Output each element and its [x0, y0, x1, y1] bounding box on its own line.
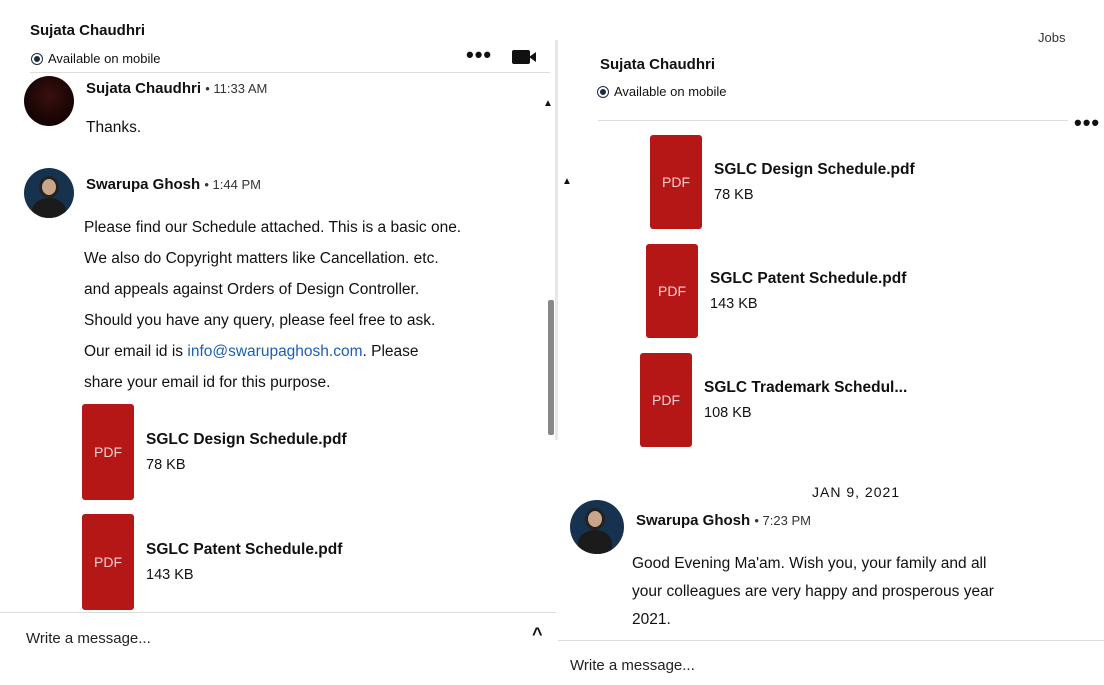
sender-name[interactable]: Swarupa Ghosh	[636, 512, 750, 529]
message-input[interactable]: Write a message...	[570, 657, 695, 674]
header-status: Available on mobile	[32, 51, 161, 66]
message-line: Our email id is info@swarupaghosh.com. P…	[84, 336, 461, 367]
file-size: 78 KB	[714, 187, 754, 203]
attachment-patent-schedule[interactable]: PDF SGLC Patent Schedule.pdf 143 KB	[82, 514, 342, 610]
message-body: Please find our Schedule attached. This …	[84, 212, 461, 398]
message-time: 11:33 AM	[213, 81, 268, 96]
file-name[interactable]: SGLC Patent Schedule.pdf	[710, 270, 906, 288]
message-sender: Sujata Chaudhri • 11:33 AM	[86, 80, 268, 97]
message-line: We also do Copyright matters like Cancel…	[84, 250, 439, 267]
mobile-status-icon	[598, 86, 608, 97]
attachment-trademark-schedule[interactable]: PDF SGLC Trademark Schedul... 108 KB	[640, 352, 907, 448]
header-status: Available on mobile	[598, 84, 727, 99]
attachment-meta: SGLC Design Schedule.pdf 78 KB	[714, 161, 915, 203]
right-chat-window: Jobs Sujata Chaudhri Available on mobile…	[558, 0, 1104, 685]
attachment-patent-schedule[interactable]: PDF SGLC Patent Schedule.pdf 143 KB	[646, 243, 906, 339]
pdf-icon: PDF	[640, 353, 692, 447]
file-size: 108 KB	[704, 405, 752, 421]
message-time: 1:44 PM	[212, 177, 261, 192]
sender-name[interactable]: Sujata Chaudhri	[86, 80, 201, 97]
email-prefix: Our email id is	[84, 343, 188, 360]
attachment-meta: SGLC Design Schedule.pdf 78 KB	[146, 431, 347, 473]
mobile-status-icon	[32, 53, 42, 64]
more-options-icon[interactable]: •••	[466, 44, 492, 66]
message-body: Good Evening Ma'am. Wish you, your famil…	[632, 550, 994, 634]
avatar[interactable]	[24, 168, 74, 218]
attachment-meta: SGLC Patent Schedule.pdf 143 KB	[146, 541, 342, 583]
header-contact-name[interactable]: Sujata Chaudhri	[600, 56, 715, 73]
pdf-icon: PDF	[646, 244, 698, 338]
scrollbar-thumb[interactable]	[548, 300, 554, 435]
left-chat-window: Sujata Chaudhri Available on mobile ••• …	[0, 0, 556, 685]
avatar[interactable]	[570, 500, 624, 554]
message-line: Should you have any query, please feel f…	[84, 312, 436, 329]
pdf-icon: PDF	[82, 514, 134, 610]
avatar[interactable]	[24, 76, 74, 126]
message-line: 2021.	[632, 611, 671, 628]
scroll-up-icon[interactable]: ▲	[543, 98, 553, 109]
scroll-up-icon[interactable]: ▲	[562, 176, 572, 187]
message-time: 7:23 PM	[762, 513, 811, 528]
avatar-head	[39, 176, 59, 198]
compose-divider	[558, 640, 1104, 641]
avatar-head	[585, 508, 605, 530]
avatar-body	[578, 530, 612, 554]
message-line: and appeals against Orders of Design Con…	[84, 281, 420, 298]
pdf-icon: PDF	[650, 135, 702, 229]
message-line: your colleagues are very happy and prosp…	[632, 583, 994, 600]
sender-name[interactable]: Swarupa Ghosh	[86, 176, 200, 193]
email-suffix: . Please	[362, 343, 419, 360]
header-divider	[598, 120, 1068, 121]
message-input[interactable]: Write a message...	[26, 630, 151, 647]
message-text: Thanks.	[86, 119, 142, 136]
status-text: Available on mobile	[48, 51, 161, 66]
attachment-design-schedule[interactable]: PDF SGLC Design Schedule.pdf 78 KB	[650, 134, 915, 230]
file-name[interactable]: SGLC Trademark Schedul...	[704, 379, 907, 397]
attachment-meta: SGLC Trademark Schedul... 108 KB	[704, 379, 907, 421]
attachment-design-schedule[interactable]: PDF SGLC Design Schedule.pdf 78 KB	[82, 404, 347, 500]
file-name[interactable]: SGLC Design Schedule.pdf	[146, 431, 347, 449]
header-divider	[30, 72, 550, 73]
compose-divider	[0, 612, 556, 613]
file-size: 143 KB	[146, 567, 194, 583]
status-text: Available on mobile	[614, 84, 727, 99]
date-separator: JAN 9, 2021	[812, 484, 901, 500]
avatar-body	[32, 198, 66, 218]
file-size: 78 KB	[146, 457, 186, 473]
attachment-meta: SGLC Patent Schedule.pdf 143 KB	[710, 270, 906, 312]
header-contact-name[interactable]: Sujata Chaudhri	[30, 22, 145, 39]
message-line: Good Evening Ma'am. Wish you, your famil…	[632, 555, 987, 572]
email-link[interactable]: info@swarupaghosh.com	[187, 343, 362, 360]
jobs-link[interactable]: Jobs	[1038, 30, 1065, 45]
more-options-icon[interactable]: •••	[1074, 112, 1100, 134]
video-call-icon[interactable]	[512, 50, 530, 64]
file-size: 143 KB	[710, 296, 758, 312]
chevron-up-icon[interactable]: ^	[532, 624, 543, 645]
pdf-icon: PDF	[82, 404, 134, 500]
message-line: Please find our Schedule attached. This …	[84, 219, 462, 236]
file-name[interactable]: SGLC Design Schedule.pdf	[714, 161, 915, 179]
message-sender: Swarupa Ghosh • 1:44 PM	[86, 176, 261, 193]
file-name[interactable]: SGLC Patent Schedule.pdf	[146, 541, 342, 559]
message-line: share your email id for this purpose.	[84, 374, 331, 391]
message-sender: Swarupa Ghosh • 7:23 PM	[636, 512, 811, 529]
